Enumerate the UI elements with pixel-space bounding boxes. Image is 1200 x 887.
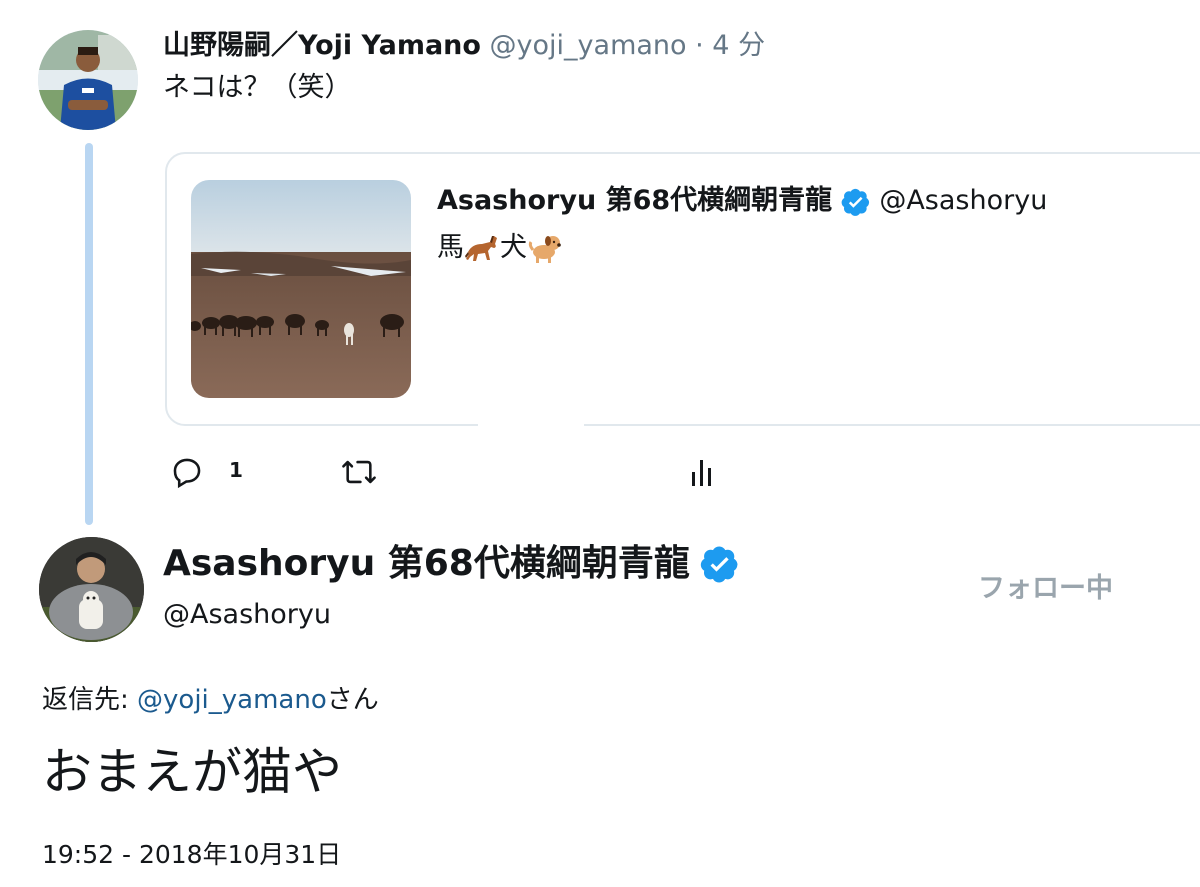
quoted-tweet-header: Asashoryu 第68代横綱朝青龍 @Asashoryu [437, 183, 1047, 219]
thread-line [85, 143, 93, 525]
retweet-icon[interactable] [340, 455, 378, 489]
avatar-photo [39, 537, 144, 642]
tweet2-text: おまえが猫や [42, 743, 342, 801]
card-border-gap [478, 414, 584, 434]
reply-suffix: さん [326, 685, 379, 715]
tweet1-display-name[interactable]: 山野陽嗣／Yoji Yamano [163, 30, 481, 61]
quoted-display-name[interactable]: Asashoryu 第68代横綱朝青龍 [437, 185, 832, 216]
quoted-tweet-image[interactable] [191, 180, 411, 398]
tweet1-text: ネコは？（笑） [163, 72, 352, 103]
following-button[interactable]: フォロー中 [978, 571, 1113, 607]
tweet2-header-name: Asashoryu 第68代横綱朝青龍 [163, 540, 740, 588]
tweet2-timestamp[interactable]: 19:52 - 2018年10月31日 [42, 838, 341, 872]
verified-badge-icon [841, 188, 869, 216]
tweet2-display-name[interactable]: Asashoryu 第68代横綱朝青龍 [163, 540, 690, 588]
reply-mention-link[interactable]: @yoji_yamano [137, 685, 327, 715]
quoted-tweet-text: 馬 犬 [437, 230, 563, 266]
reply-prefix: 返信先: [42, 685, 138, 715]
avatar-photo [38, 30, 138, 130]
reply-count: 1 [229, 458, 243, 482]
analytics-icon[interactable] [690, 458, 714, 488]
verified-badge-icon [700, 546, 738, 583]
tweet1-header: 山野陽嗣／Yoji Yamano @yoji_yamano · 4 分 [163, 28, 765, 64]
steppe-horses-photo [191, 180, 411, 398]
dog-emoji-icon [528, 236, 561, 263]
tweet2-handle[interactable]: @Asashoryu [163, 597, 331, 633]
avatar-yoji-yamano[interactable] [38, 30, 138, 130]
quoted-handle[interactable]: @Asashoryu [879, 185, 1047, 216]
tweet1-time[interactable]: · 4 分 [687, 30, 765, 61]
tweet1-handle[interactable]: @yoji_yamano [490, 30, 687, 61]
avatar-asashoryu[interactable] [39, 537, 144, 642]
horse-emoji-icon [465, 236, 497, 261]
reply-to-line: 返信先: @yoji_yamanoさん [42, 683, 379, 717]
quoted-text-part2: 犬 [500, 232, 527, 263]
quoted-text-part1: 馬 [437, 232, 464, 263]
reply-icon[interactable] [170, 455, 204, 489]
